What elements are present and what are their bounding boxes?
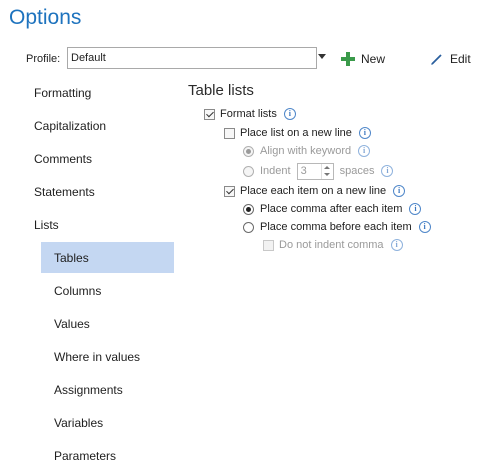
new-profile-button[interactable]: New: [341, 51, 385, 67]
info-icon[interactable]: i: [358, 127, 371, 139]
place-list-new-line-checkbox[interactable]: [224, 127, 235, 139]
pencil-icon: [431, 54, 442, 65]
chevron-down-icon: [324, 173, 331, 177]
page-title: Options: [9, 6, 82, 29]
place-each-item-new-line-row: Place each item on a new line i: [224, 183, 406, 199]
place-each-item-new-line-label: Place each item on a new line: [240, 185, 387, 197]
comma-before-row: Place comma before each item i: [243, 219, 431, 235]
format-lists-label: Format lists: [220, 108, 277, 120]
comma-before-label: Place comma before each item: [260, 221, 412, 233]
profile-label: Profile:: [26, 53, 61, 65]
indent-row: Indent 3 spaces i: [243, 162, 394, 180]
nav-item-values[interactable]: Values: [54, 309, 90, 339]
nav-item-parameters[interactable]: Parameters: [54, 441, 116, 471]
spin-up-button[interactable]: [322, 164, 333, 172]
format-lists-checkbox[interactable]: [204, 108, 215, 120]
nav-item-comments[interactable]: Comments: [34, 144, 92, 174]
edit-button-label: Edit: [450, 52, 471, 66]
edit-profile-button[interactable]: Edit: [430, 51, 471, 67]
info-icon[interactable]: i: [358, 145, 371, 157]
indent-spinner[interactable]: 3: [296, 162, 334, 180]
nav-item-columns[interactable]: Columns: [54, 276, 101, 306]
info-icon[interactable]: i: [409, 203, 422, 215]
indent-value[interactable]: 3: [298, 164, 321, 179]
spin-down-button[interactable]: [322, 171, 333, 179]
comma-after-row: Place comma after each item i: [243, 201, 422, 217]
indent-radio[interactable]: [243, 165, 254, 177]
format-lists-row: Format lists i: [204, 106, 296, 122]
spaces-label: spaces: [339, 165, 375, 177]
chevron-up-icon: [324, 165, 331, 169]
comma-after-radio[interactable]: [243, 203, 254, 215]
info-icon[interactable]: i: [390, 239, 403, 251]
plus-icon: [341, 52, 355, 66]
do-not-indent-comma-label: Do not indent comma: [279, 239, 384, 251]
panel-title: Table lists: [188, 82, 254, 99]
align-with-keyword-row: Align with keyword i: [243, 143, 371, 159]
nav-item-tables[interactable]: Tables: [54, 243, 89, 273]
nav-item-variables[interactable]: Variables: [54, 408, 103, 438]
nav-item-formatting[interactable]: Formatting: [34, 78, 91, 108]
nav-item-assignments[interactable]: Assignments: [54, 375, 123, 405]
do-not-indent-comma-checkbox[interactable]: [263, 239, 274, 251]
indent-label: Indent: [260, 165, 291, 177]
do-not-indent-comma-row: Do not indent comma i: [263, 237, 403, 253]
nav-item-statements[interactable]: Statements: [34, 177, 95, 207]
place-each-item-new-line-checkbox[interactable]: [224, 185, 235, 197]
align-with-keyword-label: Align with keyword: [260, 145, 352, 157]
align-with-keyword-radio[interactable]: [243, 145, 254, 157]
new-button-label: New: [361, 52, 386, 66]
comma-before-radio[interactable]: [243, 221, 254, 233]
nav-item-capitalization[interactable]: Capitalization: [34, 111, 106, 141]
nav-item-where-in-values[interactable]: Where in values: [54, 342, 140, 372]
place-list-new-line-label: Place list on a new line: [240, 127, 352, 139]
chevron-down-icon[interactable]: [318, 54, 326, 59]
info-icon[interactable]: i: [381, 165, 394, 177]
comma-after-label: Place comma after each item: [260, 203, 403, 215]
info-icon[interactable]: i: [283, 108, 296, 120]
place-list-new-line-row: Place list on a new line i: [224, 125, 371, 141]
profile-select[interactable]: Default: [67, 47, 317, 69]
nav-item-lists[interactable]: Lists: [34, 210, 59, 240]
info-icon[interactable]: i: [418, 221, 431, 233]
info-icon[interactable]: i: [393, 185, 406, 197]
